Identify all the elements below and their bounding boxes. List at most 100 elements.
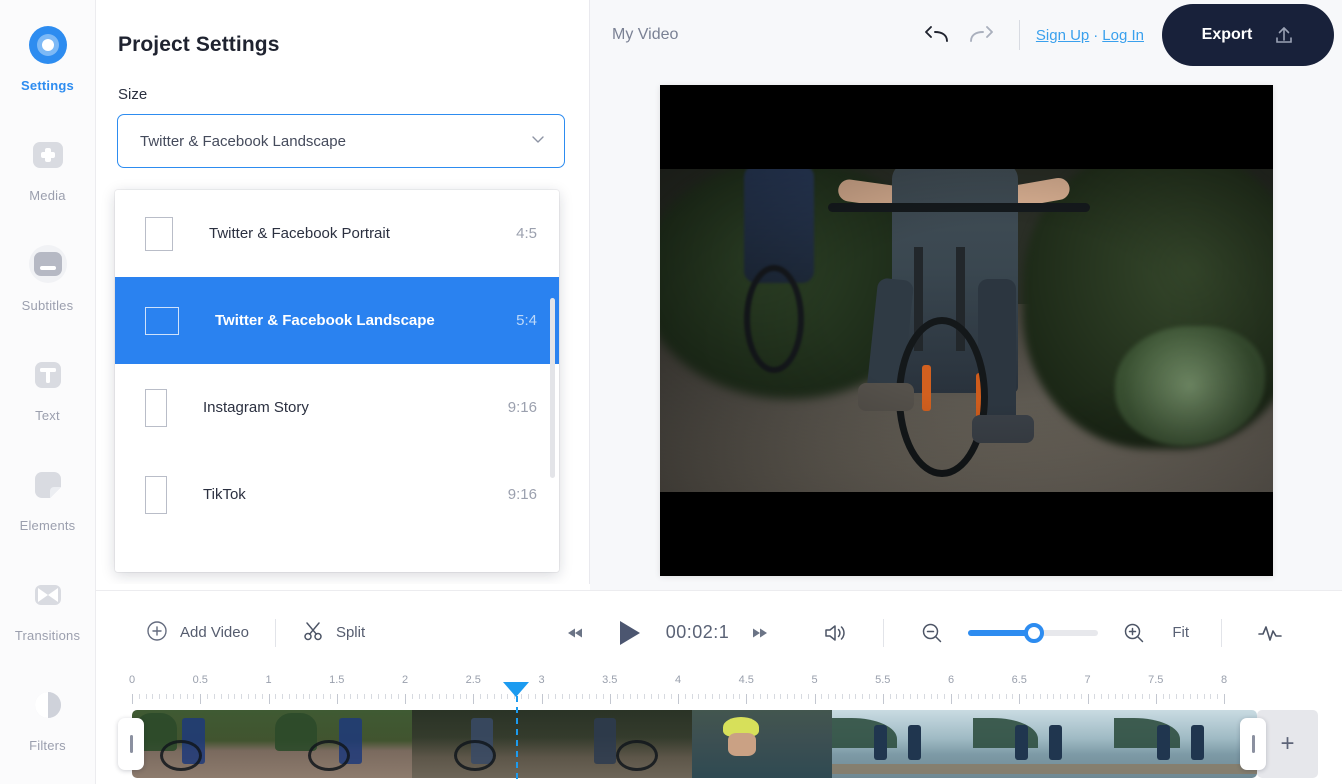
ruler-tick-minor [657, 694, 659, 699]
size-option-ratio: 9:16 [507, 399, 537, 416]
ruler-tick-minor [937, 694, 939, 699]
ruler-tick-minor [1039, 694, 1041, 699]
size-option[interactable]: Twitter & Facebook Portrait 4:5 [115, 190, 559, 277]
ruler-tick-minor [254, 694, 256, 699]
play-button[interactable] [598, 613, 658, 653]
export-button[interactable]: Export [1162, 4, 1334, 66]
ruler-tick-minor [616, 694, 618, 699]
ruler-tick-minor [555, 694, 557, 699]
redo-arrow-icon[interactable] [959, 15, 1003, 55]
ruler-tick-major [473, 694, 475, 704]
ruler-tick-major [268, 694, 270, 704]
clip-thumbnail[interactable] [832, 710, 973, 778]
ruler-tick-minor [329, 694, 331, 699]
dropdown-scrollbar[interactable] [550, 298, 555, 478]
size-option[interactable]: Instagram Story 9:16 [115, 364, 559, 451]
ruler-tick-minor [664, 694, 666, 699]
ruler-tick-minor [309, 694, 311, 699]
clip-trim-handle-right[interactable] [1240, 718, 1266, 770]
ruler-tick-major [609, 694, 611, 704]
ruler-tick-minor [452, 694, 454, 699]
ruler-tick-minor [910, 694, 912, 699]
ruler-tick-minor [1005, 694, 1007, 699]
undo-arrow-icon[interactable] [915, 15, 959, 55]
clip-trim-handle-left[interactable] [118, 718, 144, 770]
zoom-out-icon[interactable] [910, 613, 954, 653]
split-button[interactable]: Split [302, 620, 365, 646]
waveform-icon[interactable] [1248, 613, 1292, 653]
playback-controls: 00:02:1 Fit [554, 613, 1292, 653]
ruler-tick-minor [316, 694, 318, 699]
ruler-tick-minor [575, 694, 577, 699]
add-video-button[interactable]: Add Video [146, 620, 249, 646]
playhead-handle[interactable] [503, 682, 529, 697]
ruler-tick-minor [439, 694, 441, 699]
timeline[interactable]: 0 0.5 1 1.5 2 2.5 3 3.5 4 4.5 5 5.5 6 6.5 7 7.5 8 [96, 674, 1342, 784]
sidebar-item-settings[interactable]: Settings [0, 14, 96, 124]
clip-thumbnail[interactable] [272, 710, 412, 778]
ruler-tick-minor [766, 694, 768, 699]
sign-up-link[interactable]: Sign Up [1036, 27, 1089, 44]
ruler-tick-minor [862, 694, 864, 699]
auth-links: Sign Up · Log In [1036, 27, 1144, 44]
ruler-tick-minor [179, 694, 181, 699]
size-option-selected[interactable]: Twitter & Facebook Landscape 5:4 [115, 277, 559, 364]
video-preview[interactable] [659, 84, 1273, 576]
fast-forward-icon[interactable] [737, 613, 781, 653]
log-in-link[interactable]: Log In [1102, 27, 1144, 44]
size-option[interactable]: TikTok 9:16 [115, 451, 559, 538]
ruler-tick-major [541, 694, 543, 704]
ruler-tick-minor [705, 694, 707, 699]
timeline-ruler[interactable]: 0 0.5 1 1.5 2 2.5 3 3.5 4 4.5 5 5.5 6 6.5 7 7.5 8 [96, 674, 1342, 710]
export-button-label: Export [1201, 26, 1253, 43]
ruler-tick-major [951, 694, 952, 704]
sidebar-item-media[interactable]: Media [0, 124, 96, 234]
clip-thumbnail[interactable] [132, 710, 272, 778]
clip-thumbnail[interactable] [1114, 710, 1257, 778]
zoom-slider[interactable] [968, 622, 1099, 643]
ruler-tick-label: 0 [128, 674, 136, 686]
ruler-tick-minor [643, 694, 645, 699]
add-clip-button[interactable]: + [1257, 710, 1318, 778]
elements-icon [25, 462, 71, 508]
ruler-tick-minor [855, 694, 857, 699]
project-name[interactable]: My Video [612, 26, 678, 44]
ruler-tick-minor [821, 694, 823, 699]
clip-thumbnail[interactable] [412, 710, 552, 778]
plus-square-icon [25, 132, 71, 178]
video-track[interactable] [132, 710, 1257, 778]
size-select[interactable]: Twitter & Facebook Landscape [117, 114, 565, 168]
sidebar-item-subtitles[interactable]: Subtitles [0, 234, 96, 344]
ruler-tick-minor [753, 694, 755, 699]
ruler-tick-label: 1 [265, 674, 272, 686]
ruler-tick-minor [241, 694, 243, 699]
ruler-tick-minor [869, 694, 871, 699]
clip-thumbnail[interactable] [552, 710, 692, 778]
ruler-tick-minor [302, 694, 304, 699]
clip-thumbnail[interactable] [973, 710, 1114, 778]
sidebar-item-text[interactable]: Text [0, 344, 96, 454]
ruler-tick-minor [1176, 694, 1178, 699]
aspect-thumb-landscape [145, 306, 179, 335]
sidebar-item-filters[interactable]: Filters [0, 674, 96, 784]
ruler-tick-minor [773, 694, 775, 699]
ruler-tick-minor [186, 694, 188, 699]
sidebar-item-elements[interactable]: Elements [0, 454, 96, 564]
ruler-tick-minor [698, 694, 700, 699]
size-option-label: Instagram Story [203, 399, 309, 416]
ruler-tick-minor [1148, 694, 1150, 699]
ruler-tick-minor [650, 694, 652, 699]
speaker-icon[interactable] [813, 613, 857, 653]
zoom-slider-knob[interactable] [1024, 622, 1045, 643]
clip-thumbnail[interactable] [692, 710, 832, 778]
size-option[interactable]: Facebook Cover 820:312 [115, 538, 559, 572]
plus-icon: + [1280, 730, 1295, 757]
video-scene-graphic [659, 168, 1273, 492]
ruler-tick-minor [944, 694, 946, 699]
sidebar-item-transitions[interactable]: Transitions [0, 564, 96, 674]
fit-button[interactable]: Fit [1172, 624, 1189, 641]
size-option-label: TikTok [203, 486, 246, 503]
zoom-in-icon[interactable] [1112, 613, 1156, 653]
ruler-tick-minor [807, 694, 809, 699]
rewind-icon[interactable] [554, 613, 598, 653]
